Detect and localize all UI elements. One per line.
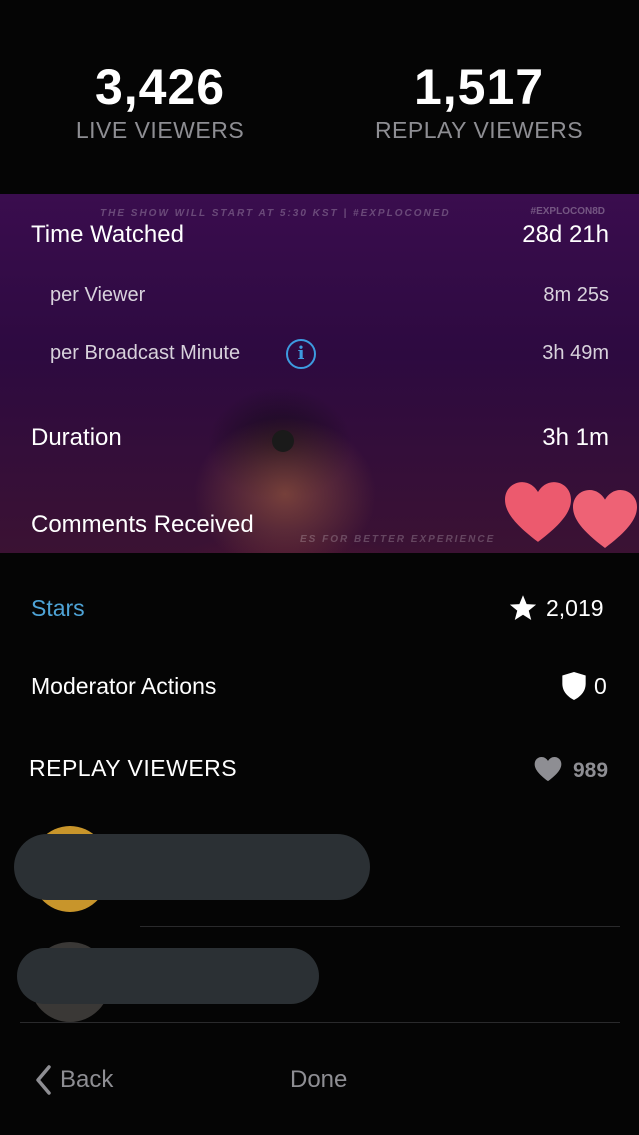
live-viewers-count: 3,426: [94, 59, 226, 115]
time-watched-value: 28d 21h: [522, 221, 609, 248]
stars-value: 2,019: [546, 595, 604, 621]
video-hashtag: #EXPLOCON8D: [530, 206, 605, 217]
list-divider: [140, 926, 620, 927]
per-broadcast-minute-label: per Broadcast Minute: [50, 342, 241, 364]
live-viewers-label: LIVE VIEWERS: [75, 117, 245, 143]
replay-viewers-count: 1,517: [413, 59, 545, 115]
replay-viewers-label: REPLAY VIEWERS: [374, 117, 584, 143]
info-icon[interactable]: i: [286, 339, 316, 369]
time-watched-label: Time Watched: [31, 221, 184, 248]
list-divider: [20, 1022, 620, 1023]
per-viewer-value: 8m 25s: [543, 284, 609, 306]
shield-icon: [562, 672, 586, 700]
per-broadcast-minute-value: 3h 49m: [542, 342, 609, 364]
chevron-left-icon[interactable]: [34, 1064, 52, 1096]
video-footer-text: ES FOR BETTER EXPERIENCE: [300, 534, 496, 545]
moderator-actions-value: 0: [594, 673, 607, 699]
microphone-shape: [272, 430, 294, 452]
heart-icon: [534, 757, 562, 782]
back-button[interactable]: Back: [60, 1066, 113, 1094]
duration-value: 3h 1m: [542, 424, 609, 451]
replay-likes-count: 989: [573, 759, 609, 782]
replay-viewers-section-title: REPLAY VIEWERS: [29, 755, 238, 781]
comments-received-label: Comments Received: [31, 511, 254, 538]
stars-link[interactable]: Stars: [31, 595, 85, 622]
redacted-viewer-name: [17, 948, 319, 1004]
duration-label: Duration: [31, 424, 122, 451]
video-caption: THE SHOW WILL START AT 5:30 KST | #EXPLO…: [100, 208, 451, 219]
star-icon: [509, 595, 537, 620]
redacted-viewer-name: [14, 834, 370, 900]
heart-icon: [573, 490, 637, 548]
heart-icon: [505, 482, 571, 542]
per-viewer-label: per Viewer: [50, 284, 146, 306]
moderator-actions-label: Moderator Actions: [31, 673, 217, 699]
done-button[interactable]: Done: [290, 1066, 347, 1094]
